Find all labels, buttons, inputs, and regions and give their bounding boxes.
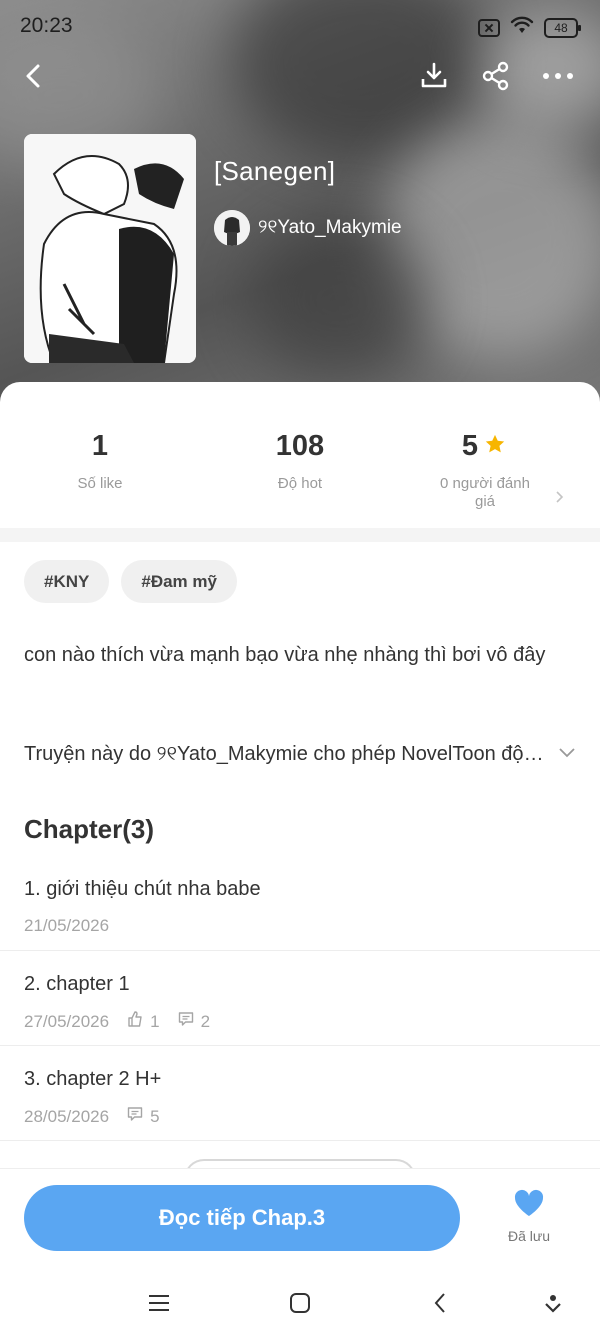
saved-label: Đã lưu (507, 1228, 551, 1244)
chapter-title: 2. chapter 1 (24, 973, 130, 995)
saved-toggle[interactable]: Đã lưu (500, 1189, 558, 1244)
continue-reading-button[interactable]: Đọc tiếp Chap.3 (24, 1185, 460, 1251)
chapter-likes: 1 (150, 1011, 160, 1031)
author-link[interactable]: ୨୧Yato_Makymie (214, 210, 402, 246)
chevron-down-icon (558, 745, 576, 763)
system-nav-bar (0, 1268, 600, 1338)
chapter-item[interactable]: 3. chapter 2 H+ 28/05/2026 5 (0, 1046, 600, 1141)
chapter-item[interactable]: 2. chapter 1 27/05/2026 1 2 (0, 951, 600, 1046)
assistant-icon[interactable] (538, 1288, 568, 1318)
back-arrow-icon[interactable] (16, 58, 52, 94)
heart-icon (513, 1189, 545, 1221)
share-icon[interactable] (478, 58, 514, 94)
no-sim-icon (478, 18, 500, 37)
tag-list: #KNY #Đam mỹ (24, 560, 237, 603)
permission-text: Truyện này do ୨୧Yato_Makymie cho phép No… (24, 742, 552, 765)
wifi-icon (510, 15, 534, 40)
likes-stat: 1 Số like (77, 430, 123, 492)
thumbs-up-icon (127, 1011, 143, 1032)
chapter-title: 1. giới thiệu chút nha babe (24, 878, 261, 900)
chapter-date: 27/05/2026 (24, 1011, 110, 1031)
chevron-right-icon (554, 490, 564, 509)
recent-apps-icon[interactable] (144, 1288, 174, 1318)
status-time: 20:23 (20, 14, 73, 37)
more-options-icon[interactable] (540, 58, 576, 94)
top-toolbar (0, 54, 600, 98)
chapter-title: 3. chapter 2 H+ (24, 1068, 162, 1090)
chapter-comments: 5 (150, 1106, 160, 1126)
section-divider (0, 528, 600, 542)
star-icon (484, 430, 506, 463)
download-icon[interactable] (416, 58, 452, 94)
cover-image[interactable] (24, 134, 196, 363)
battery-icon: 48 (544, 17, 581, 38)
tag-chip[interactable]: #Đam mỹ (121, 560, 237, 603)
permission-expander[interactable]: Truyện này do ୨୧Yato_Makymie cho phép No… (24, 738, 576, 770)
comment-icon (127, 1106, 143, 1127)
story-title: [Sanegen] (214, 156, 336, 186)
bottom-action-bar: Đọc tiếp Chap.3 Đã lưu (0, 1168, 600, 1268)
author-name: ୨୧Yato_Makymie (258, 217, 402, 238)
chapter-comments: 2 (200, 1011, 211, 1031)
tag-chip[interactable]: #KNY (24, 560, 110, 603)
chapter-item[interactable]: 1. giới thiệu chút nha babe 21/05/2026 (0, 856, 600, 951)
hot-stat: 108 Độ hot (275, 430, 325, 492)
status-bar: 20:23 48 (0, 0, 600, 54)
chapter-date: 21/05/2026 (24, 916, 110, 935)
chapter-date: 28/05/2026 (24, 1106, 110, 1126)
author-avatar (214, 210, 250, 246)
comment-icon (178, 1011, 194, 1032)
system-back-icon[interactable] (425, 1288, 455, 1318)
stats-row: 1 Số like 108 Độ hot 5 0 người đánh giá (0, 430, 600, 530)
chapters-heading: Chapter(3) (24, 814, 155, 844)
home-icon[interactable] (285, 1288, 315, 1318)
story-description: con nào thích vừa mạnh bạo vừa nhẹ nhàng… (24, 644, 546, 666)
